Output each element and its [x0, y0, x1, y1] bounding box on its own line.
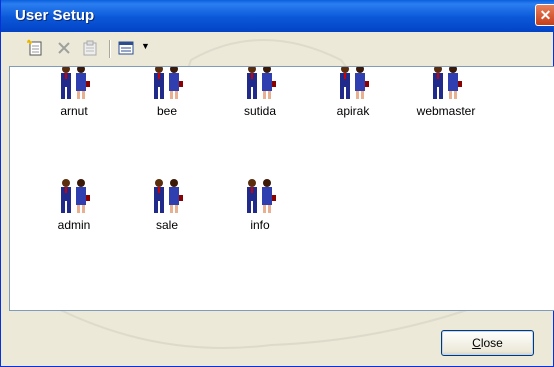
- chevron-down-icon[interactable]: ▼: [141, 41, 150, 51]
- user-label: arnut: [60, 104, 88, 118]
- user-icon: [433, 67, 462, 99]
- view-menu-icon: [118, 41, 134, 55]
- window-close-button[interactable]: ✕: [535, 4, 554, 26]
- user-label: sale: [155, 218, 178, 232]
- view-menu-button[interactable]: [117, 39, 137, 59]
- close-label: lose: [480, 336, 503, 350]
- close-mnemonic: C: [472, 336, 481, 350]
- user-item[interactable]: sutida: [218, 67, 302, 129]
- window-title: User Setup: [15, 7, 95, 24]
- user-item[interactable]: info: [218, 177, 302, 243]
- user-item[interactable]: webmaster: [404, 67, 488, 129]
- toolbar-separator: [109, 40, 111, 58]
- user-icon: [154, 179, 183, 213]
- delete-icon: [58, 42, 70, 54]
- user-item[interactable]: arnut: [32, 67, 116, 129]
- user-item[interactable]: bee: [125, 67, 209, 129]
- user-icon: [247, 179, 276, 213]
- user-item[interactable]: sale: [125, 177, 209, 243]
- user-label: info: [250, 218, 270, 232]
- user-icon: [154, 67, 183, 99]
- user-label: sutida: [243, 104, 277, 118]
- user-label: bee: [156, 104, 178, 118]
- user-item[interactable]: apirak: [311, 67, 395, 129]
- delete-button[interactable]: [55, 39, 75, 59]
- user-label: apirak: [336, 104, 370, 118]
- user-icon: [61, 179, 90, 213]
- properties-button[interactable]: [81, 39, 101, 59]
- user-icon: [247, 67, 276, 99]
- new-user-icon: [27, 39, 42, 56]
- user-item[interactable]: admin: [32, 177, 116, 243]
- close-button[interactable]: Close: [441, 330, 534, 356]
- properties-icon: [83, 40, 97, 56]
- toolbar: ▼: [9, 37, 549, 61]
- new-user-button[interactable]: [27, 39, 47, 59]
- user-icon: [340, 67, 369, 99]
- title-bar[interactable]: User Setup ✕: [1, 0, 554, 32]
- user-label: webmaster: [416, 104, 476, 118]
- user-setup-dialog: User Setup ✕ ▼ arnut bee sutida apirak w…: [0, 0, 554, 367]
- user-label: admin: [57, 218, 91, 232]
- users-list[interactable]: arnut bee sutida apirak webmaster admin sale in…: [9, 66, 554, 311]
- user-icon: [61, 67, 90, 99]
